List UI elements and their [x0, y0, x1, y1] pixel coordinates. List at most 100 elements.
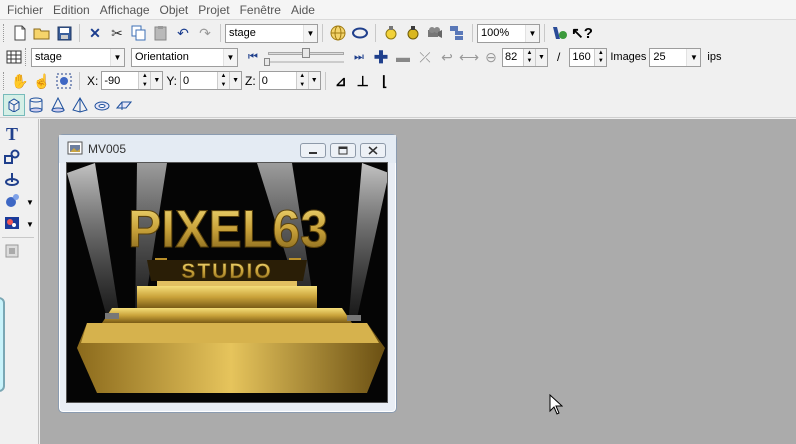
chevron-down-icon[interactable]: ▼ [26, 198, 34, 207]
copy-icon[interactable] [128, 22, 150, 44]
document-window[interactable]: MV005 PIXEL63 STUDIO [58, 134, 397, 413]
document-titlebar[interactable]: MV005 [59, 135, 396, 163]
decrement-icon[interactable]: ▼ [296, 80, 308, 89]
increment-icon[interactable]: ▲ [139, 72, 151, 81]
toolbar-grip[interactable] [3, 24, 6, 42]
axis-corner-icon[interactable]: ⌊ [374, 70, 396, 92]
menu-edition[interactable]: Edition [48, 0, 95, 20]
z-spinner[interactable]: 0 ▲ ▼ ▼ [258, 71, 321, 90]
texture-tool-icon[interactable] [2, 213, 22, 233]
loop-icon[interactable]: ↩ [436, 46, 458, 68]
axis-up-icon[interactable]: ⊥ [352, 70, 374, 92]
save-icon[interactable] [53, 22, 75, 44]
redo-icon[interactable]: ↷ [194, 22, 216, 44]
range-thumb[interactable] [264, 58, 270, 66]
x-spinner[interactable]: -90 ▲ ▼ ▼ [101, 71, 164, 90]
decrement-icon[interactable]: ▼ [595, 57, 607, 66]
fps-select[interactable]: 25 ▼ [649, 47, 702, 67]
add-keyframe-icon[interactable]: ✚ [370, 46, 392, 68]
current-frame-value[interactable]: 82 [503, 51, 523, 63]
link-icon[interactable]: ⟷ [458, 46, 480, 68]
toolbar-grip[interactable] [25, 48, 28, 66]
increment-icon[interactable]: ▲ [595, 48, 607, 57]
pyramid-icon[interactable] [69, 94, 91, 116]
plane-icon[interactable] [113, 94, 135, 116]
cube-icon[interactable] [3, 94, 25, 116]
help-pointer-icon[interactable]: ↖? [571, 22, 593, 44]
spot-light-icon[interactable] [402, 22, 424, 44]
chevron-down-icon[interactable]: ▼ [303, 24, 317, 42]
chain-icon[interactable]: ⊖ [480, 46, 502, 68]
y-value[interactable]: 0 [181, 75, 217, 87]
open-folder-icon[interactable] [31, 22, 53, 44]
chevron-down-icon[interactable]: ▼ [307, 72, 320, 89]
timeline-slider[interactable] [264, 47, 348, 67]
rotate-hand-icon[interactable]: ☝ [31, 70, 53, 92]
total-frames-value[interactable]: 160 [570, 51, 594, 63]
current-frame-spinner[interactable]: 82 ▲ ▼ ▼ [502, 47, 548, 67]
menu-fichier[interactable]: Fichier [2, 0, 48, 20]
increment-icon[interactable]: ▲ [218, 72, 230, 81]
chevron-down-icon[interactable]: ▼ [150, 72, 163, 89]
first-keyframe-icon[interactable]: ⏮ [242, 46, 264, 68]
x-value[interactable]: -90 [102, 75, 138, 87]
total-frames-spinner[interactable]: 160 ▲ ▼ [569, 47, 608, 67]
pan-hand-icon[interactable]: ✋ [9, 70, 31, 92]
restore-button[interactable] [330, 143, 356, 158]
image-tool-icon[interactable] [2, 241, 22, 261]
menu-projet[interactable]: Projet [193, 0, 234, 20]
text-tool-icon[interactable]: T [2, 124, 22, 144]
delete-icon[interactable]: ✕ [84, 22, 106, 44]
material-tool-icon[interactable] [2, 191, 22, 211]
z-value[interactable]: 0 [260, 75, 296, 87]
minimize-button[interactable] [300, 143, 326, 158]
new-file-icon[interactable] [9, 22, 31, 44]
delete-keyframes-icon[interactable]: ⤫ [414, 46, 436, 68]
animated-object-select[interactable]: stage ▼ [31, 47, 125, 67]
light-bulb-icon[interactable] [380, 22, 402, 44]
undo-icon[interactable]: ↶ [172, 22, 194, 44]
cone-icon[interactable] [47, 94, 69, 116]
chevron-down-icon[interactable]: ▼ [229, 72, 242, 89]
chevron-down-icon[interactable]: ▼ [535, 48, 547, 66]
timeline-thumb[interactable] [302, 48, 310, 58]
cut-icon[interactable]: ✂ [106, 22, 128, 44]
decrement-icon[interactable]: ▼ [524, 57, 535, 66]
hierarchy-icon[interactable] [446, 22, 468, 44]
chevron-down-icon[interactable]: ▼ [223, 48, 237, 66]
grid-view-icon[interactable] [3, 46, 25, 68]
chevron-down-icon[interactable]: ▼ [26, 220, 34, 229]
lathe-tool-icon[interactable] [2, 169, 22, 189]
docked-panel-edge[interactable] [0, 297, 5, 392]
align-icon[interactable]: ⊿ [330, 70, 352, 92]
increment-icon[interactable]: ▲ [296, 72, 308, 81]
object-select[interactable]: stage ▼ [225, 23, 318, 43]
menu-aide[interactable]: Aide [286, 0, 320, 20]
y-spinner[interactable]: 0 ▲ ▼ ▼ [180, 71, 243, 90]
toolbar-grip[interactable] [3, 71, 6, 90]
decrement-icon[interactable]: ▼ [139, 80, 151, 89]
zoom-fit-icon[interactable] [53, 70, 75, 92]
cylinder-icon[interactable] [25, 94, 47, 116]
increment-icon[interactable]: ▲ [524, 48, 535, 57]
render-icon[interactable] [549, 22, 571, 44]
zoom-select[interactable]: 100% ▼ [477, 23, 540, 43]
menu-objet[interactable]: Objet [155, 0, 194, 20]
paste-icon[interactable] [150, 22, 172, 44]
menu-affichage[interactable]: Affichage [95, 0, 155, 20]
shape-tool-icon[interactable] [2, 147, 22, 167]
property-select[interactable]: Orientation ▼ [131, 47, 238, 67]
decrement-icon[interactable]: ▼ [218, 80, 230, 89]
remove-keyframe-icon[interactable]: ▬ [392, 46, 414, 68]
chevron-down-icon[interactable]: ▼ [686, 48, 701, 66]
close-button[interactable] [360, 143, 386, 158]
chevron-down-icon[interactable]: ▼ [110, 48, 124, 66]
chevron-down-icon[interactable]: ▼ [525, 24, 539, 42]
globe-icon[interactable] [327, 22, 349, 44]
last-keyframe-icon[interactable]: ⏭ [348, 46, 370, 68]
torus-icon[interactable] [91, 94, 113, 116]
camera-icon[interactable] [424, 22, 446, 44]
3d-viewport[interactable]: PIXEL63 STUDIO [66, 162, 388, 403]
orbit-icon[interactable] [349, 22, 371, 44]
menu-fenetre[interactable]: Fenêtre [235, 0, 286, 20]
